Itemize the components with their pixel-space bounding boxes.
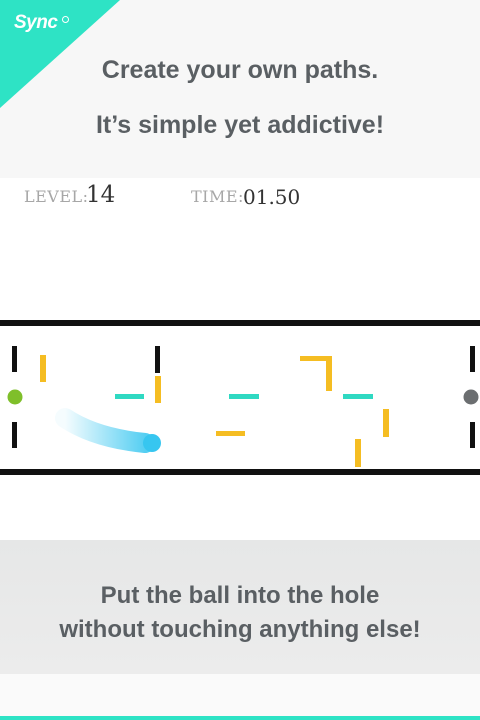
footer-strip xyxy=(0,674,480,720)
yellow-barrier xyxy=(326,356,332,391)
game-playfield[interactable] xyxy=(0,318,480,478)
black-post xyxy=(470,422,475,448)
instruction-line1: Put the ball into the hole xyxy=(100,582,380,609)
teal-barrier xyxy=(115,394,144,399)
level-value: 14 xyxy=(86,182,116,208)
ball[interactable] xyxy=(143,434,161,452)
teal-barrier xyxy=(229,394,259,399)
track-bottom-wall xyxy=(0,469,480,475)
header-section: Sync Create your own paths. It’s simple … xyxy=(0,0,480,176)
registered-mark-icon xyxy=(62,16,69,23)
yellow-barrier xyxy=(383,409,389,437)
accent-line xyxy=(0,716,480,720)
black-post xyxy=(12,346,17,372)
yellow-barrier xyxy=(300,356,328,361)
teal-barrier xyxy=(343,394,373,399)
hole xyxy=(460,386,480,408)
level-label: LEVEL: xyxy=(24,187,89,206)
yellow-barrier xyxy=(155,376,161,403)
footer-section: Put the ball into the hole without touch… xyxy=(0,540,480,674)
black-post xyxy=(155,346,160,373)
instruction-line2: without touching anything else! xyxy=(59,616,421,643)
game-card: LEVEL: 14 TIME: 01.50 xyxy=(0,178,480,540)
yellow-barrier xyxy=(355,439,361,467)
ball-trail xyxy=(55,408,155,453)
headline-simple-addictive: It’s simple yet addictive! xyxy=(95,111,385,139)
yellow-barrier xyxy=(40,355,46,382)
headline-create-paths: Create your own paths. xyxy=(101,56,379,84)
start-dot xyxy=(4,386,26,408)
yellow-barrier xyxy=(216,431,245,436)
track-top-wall xyxy=(0,320,480,326)
black-post xyxy=(12,422,17,448)
black-post xyxy=(470,346,475,372)
time-label: TIME: xyxy=(191,187,244,206)
time-value: 01.50 xyxy=(243,185,301,209)
sync-logo: Sync xyxy=(14,12,58,33)
